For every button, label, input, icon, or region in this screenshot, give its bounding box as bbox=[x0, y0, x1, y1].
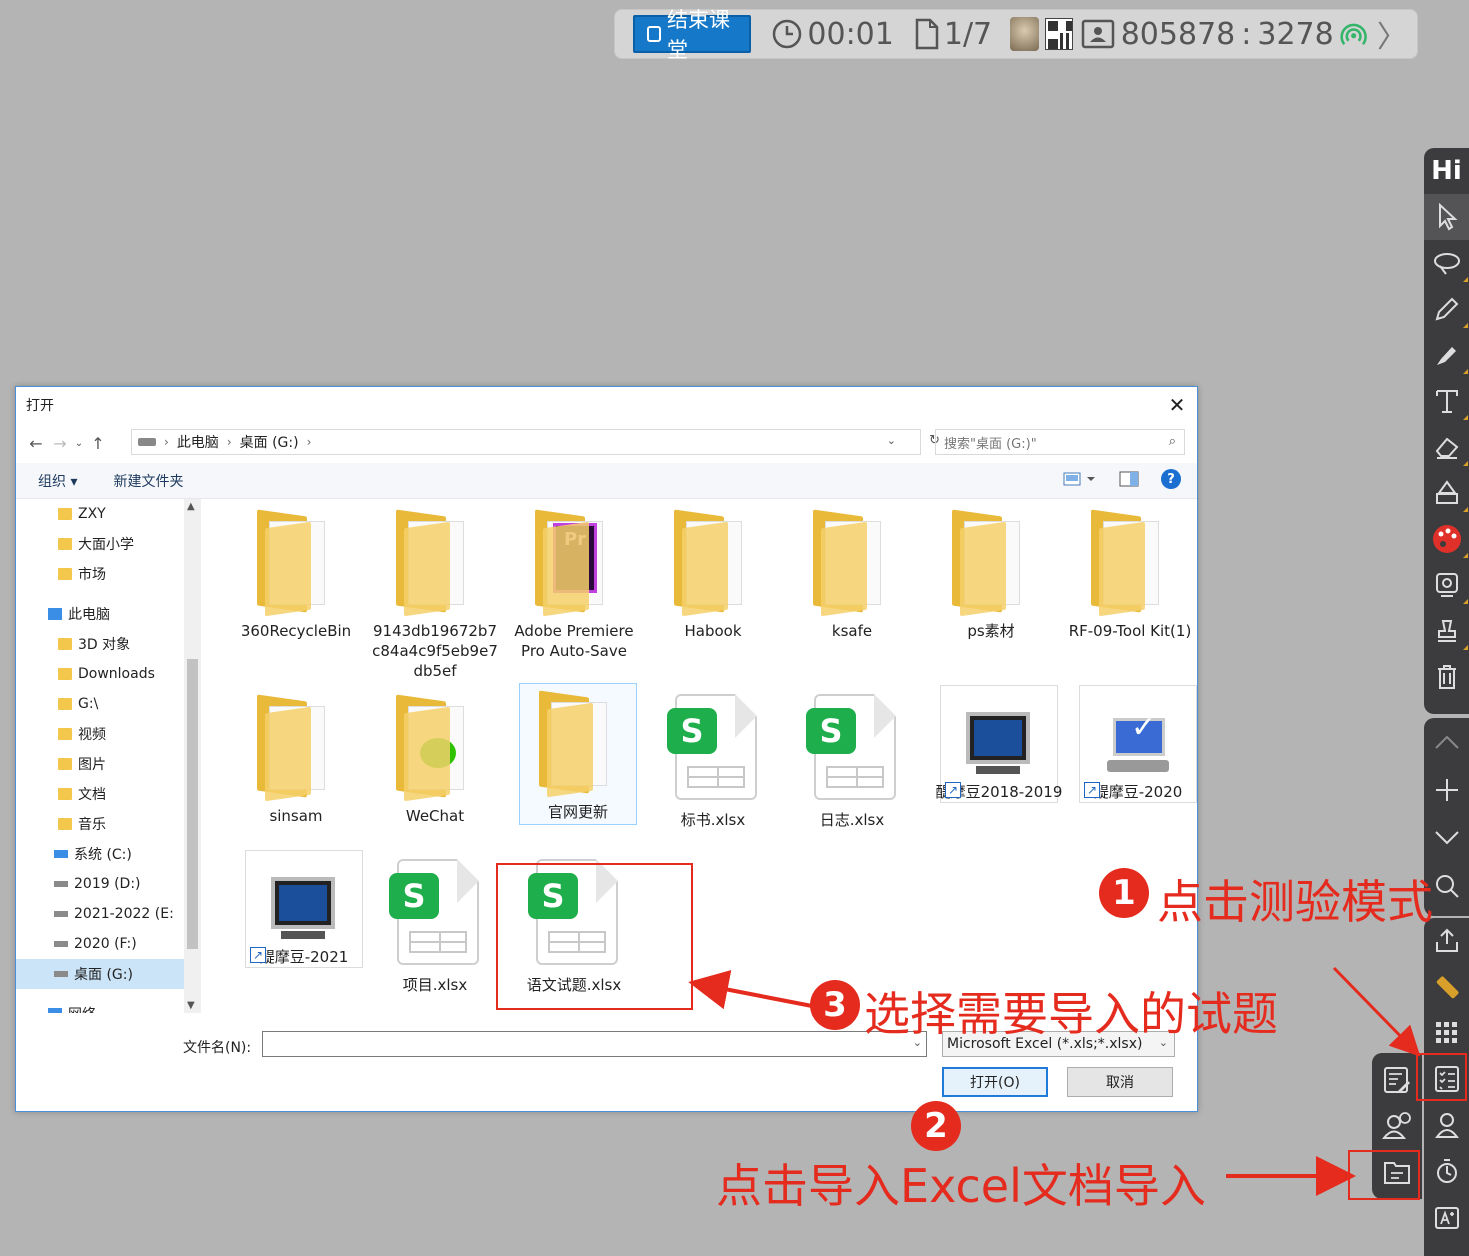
annotation-arrows bbox=[688, 966, 1421, 1196]
arrow-to-quiz-mode bbox=[1332, 966, 1421, 1057]
arrow-to-file bbox=[688, 969, 813, 1010]
